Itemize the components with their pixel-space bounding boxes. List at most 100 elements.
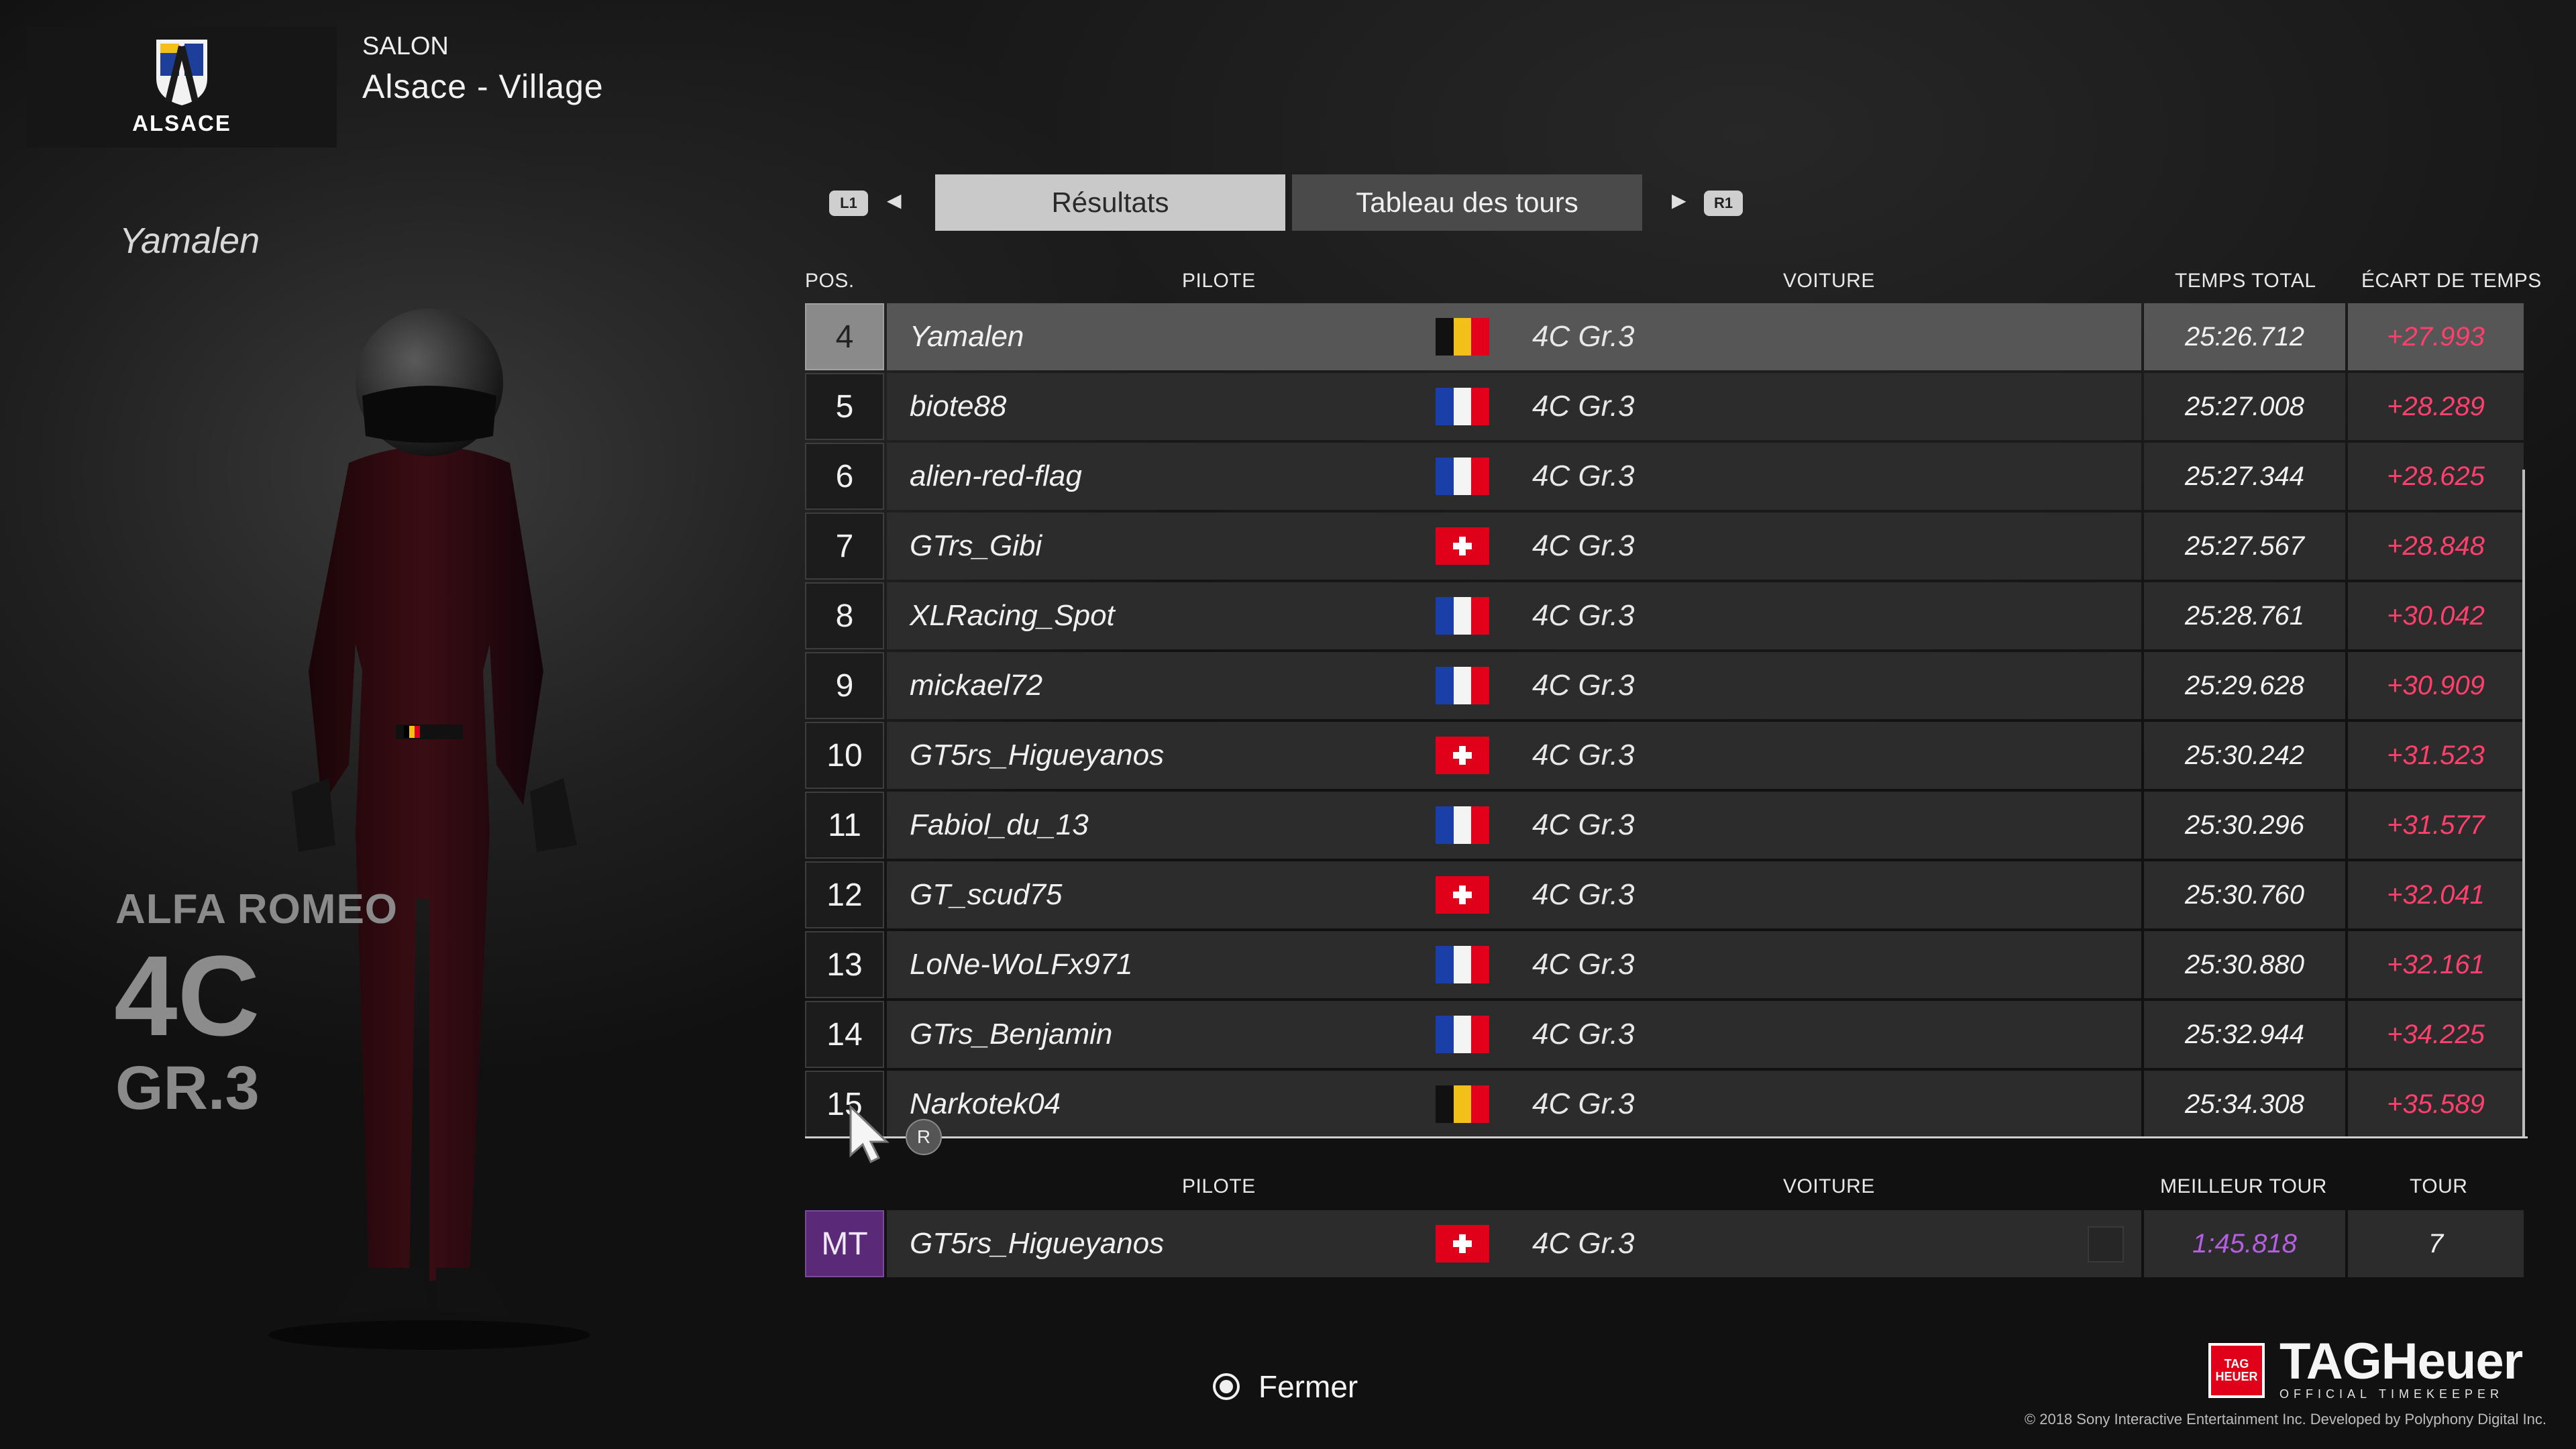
l1-button-icon[interactable]: L1 <box>829 191 868 216</box>
close-label: Fermer <box>1258 1369 1358 1404</box>
flag-icon <box>1436 527 1489 565</box>
tab-resultats[interactable]: Résultats <box>935 174 1285 231</box>
results-tabbar: L1 ◀ Résultats Tableau des tours ▶ R1 <box>829 173 1748 233</box>
car-make: ALFA ROMEO <box>115 886 398 932</box>
arrow-right-icon[interactable]: ▶ <box>1672 189 1686 211</box>
tab-tableau-des-tours[interactable]: Tableau des tours <box>1292 174 1642 231</box>
track-logo-text: ALSACE <box>132 111 231 136</box>
col-header-best-lap: MEILLEUR TOUR <box>2160 1175 2327 1197</box>
car-name: 4C Gr.3 <box>1511 1001 2141 1068</box>
time-gap: +30.909 <box>2348 652 2524 719</box>
car-name: 4C Gr.3 <box>1511 861 2141 928</box>
total-time: 25:27.344 <box>2144 443 2345 510</box>
divider <box>805 1136 2528 1138</box>
time-gap: +32.161 <box>2348 931 2524 998</box>
car-name: 4C Gr.3 <box>1511 652 2141 719</box>
total-time: 25:27.008 <box>2144 373 2345 440</box>
time-gap: +28.848 <box>2348 513 2524 580</box>
total-time: 25:27.567 <box>2144 513 2345 580</box>
total-time: 25:30.296 <box>2144 792 2345 859</box>
car-name: 4C Gr.3 <box>1511 303 2141 370</box>
time-gap: +34.225 <box>2348 1001 2524 1068</box>
track-logo: ALSACE <box>27 27 337 148</box>
position: 7 <box>805 513 884 580</box>
time-gap: +35.589 <box>2348 1071 2524 1138</box>
close-button[interactable]: Fermer <box>1213 1368 1358 1405</box>
table-row[interactable]: 4 Yamalen 4C Gr.3 25:26.712 +27.993 <box>805 303 2524 370</box>
flag-icon <box>1436 876 1489 914</box>
table-row[interactable]: 15 Narkotek04 4C Gr.3 25:34.308 +35.589 <box>805 1071 2524 1138</box>
total-time: 25:30.880 <box>2144 931 2345 998</box>
table-row[interactable]: 7 GTrs_Gibi 4C Gr.3 25:27.567 +28.848 <box>805 513 2524 580</box>
tag-heuer-shield-icon: TAG HEUER <box>2208 1342 2265 1398</box>
position: 14 <box>805 1001 884 1068</box>
car-name: 4C Gr.3 <box>1511 931 2141 998</box>
total-time: 25:34.308 <box>2144 1071 2345 1138</box>
car-name: 4C Gr.3 <box>1511 582 2141 649</box>
flag-icon <box>1436 1085 1490 1123</box>
flag-icon <box>1436 1225 1489 1263</box>
arrow-left-icon[interactable]: ◀ <box>887 189 902 211</box>
car-name: 4C Gr.3 <box>1511 373 2141 440</box>
best-lap-number: 7 <box>2348 1210 2524 1277</box>
flag-icon <box>1436 946 1490 983</box>
car-class: GR.3 <box>115 1054 260 1122</box>
total-time: 25:30.760 <box>2144 861 2345 928</box>
position: 4 <box>805 303 884 370</box>
results-scrollbar[interactable] <box>2522 470 2525 1138</box>
table-row[interactable]: 12 GT_scud75 4C Gr.3 25:30.760 +32.041 <box>805 861 2524 928</box>
fastest-lap-row[interactable]: MT GT5rs_Higueyanos 4C Gr.3 1:45.818 7 <box>805 1210 2524 1277</box>
position: 6 <box>805 443 884 510</box>
col-header-car: VOITURE <box>1783 270 1875 292</box>
time-gap: +27.993 <box>2348 303 2524 370</box>
event-category: SALON <box>362 32 449 60</box>
position: 12 <box>805 861 884 928</box>
col-header-pos: POS. <box>805 270 855 292</box>
table-row[interactable]: 9 mickael72 4C Gr.3 25:29.628 +30.909 <box>805 652 2524 719</box>
position: 11 <box>805 792 884 859</box>
car-name: 4C Gr.3 <box>1511 1071 2141 1138</box>
shield-text-top: TAG <box>2224 1356 2249 1371</box>
car-name: 4C Gr.3 <box>1511 792 2141 859</box>
car-name: 4C Gr.3 <box>1511 722 2141 789</box>
total-time: 25:32.944 <box>2144 1001 2345 1068</box>
table-row[interactable]: 11 Fabiol_du_13 4C Gr.3 25:30.296 +31.57… <box>805 792 2524 859</box>
table-row[interactable]: 13 LoNe-WoLFx971 4C Gr.3 25:30.880 +32.1… <box>805 931 2524 998</box>
table-row[interactable]: 6 alien-red-flag 4C Gr.3 25:27.344 +28.6… <box>805 443 2524 510</box>
table-row[interactable]: 10 GT5rs_Higueyanos 4C Gr.3 25:30.242 +3… <box>805 722 2524 789</box>
sponsor-subtitle: OFFICIAL TIMEKEEPER <box>2279 1387 2504 1401</box>
time-gap: +28.625 <box>2348 443 2524 510</box>
col-header-pilot: PILOTE <box>1182 270 1256 292</box>
total-time: 25:26.712 <box>2144 303 2345 370</box>
table-row[interactable]: 5 biote88 4C Gr.3 25:27.008 +28.289 <box>805 373 2524 440</box>
r1-button-icon[interactable]: R1 <box>1704 191 1743 216</box>
circle-button-icon <box>1213 1373 1240 1400</box>
time-gap: +30.042 <box>2348 582 2524 649</box>
position: 5 <box>805 373 884 440</box>
flag-icon <box>1436 667 1490 704</box>
time-gap: +31.577 <box>2348 792 2524 859</box>
fastest-lap-badge: MT <box>805 1210 884 1277</box>
table-row[interactable]: 8 XLRacing_Spot 4C Gr.3 25:28.761 +30.04… <box>805 582 2524 649</box>
flag-icon <box>1436 597 1490 635</box>
alsace-crest-icon <box>156 40 207 105</box>
col-header-lap: TOUR <box>2410 1175 2468 1197</box>
car-model: 4C <box>114 932 260 1060</box>
table-row[interactable]: 14 GTrs_Benjamin 4C Gr.3 25:32.944 +34.2… <box>805 1001 2524 1068</box>
time-gap: +32.041 <box>2348 861 2524 928</box>
copyright-notice: © 2018 Sony Interactive Entertainment In… <box>2024 1411 2546 1428</box>
car-name: 4C Gr.3 <box>1511 1210 2141 1277</box>
shield-text-bottom: HEUER <box>2215 1369 2258 1383</box>
r-stick-icon: R <box>906 1119 942 1155</box>
car-name: 4C Gr.3 <box>1511 513 2141 580</box>
position: 13 <box>805 931 884 998</box>
flag-icon <box>1436 388 1490 425</box>
sponsor-name: TAGHeuer <box>2279 1333 2523 1390</box>
position: 10 <box>805 722 884 789</box>
col-header-fl-pilot: PILOTE <box>1182 1175 1256 1197</box>
flag-icon <box>1436 318 1490 356</box>
driver-avatar <box>268 309 590 1350</box>
best-lap-time: 1:45.818 <box>2144 1210 2345 1277</box>
time-gap: +28.289 <box>2348 373 2524 440</box>
time-gap: +31.523 <box>2348 722 2524 789</box>
